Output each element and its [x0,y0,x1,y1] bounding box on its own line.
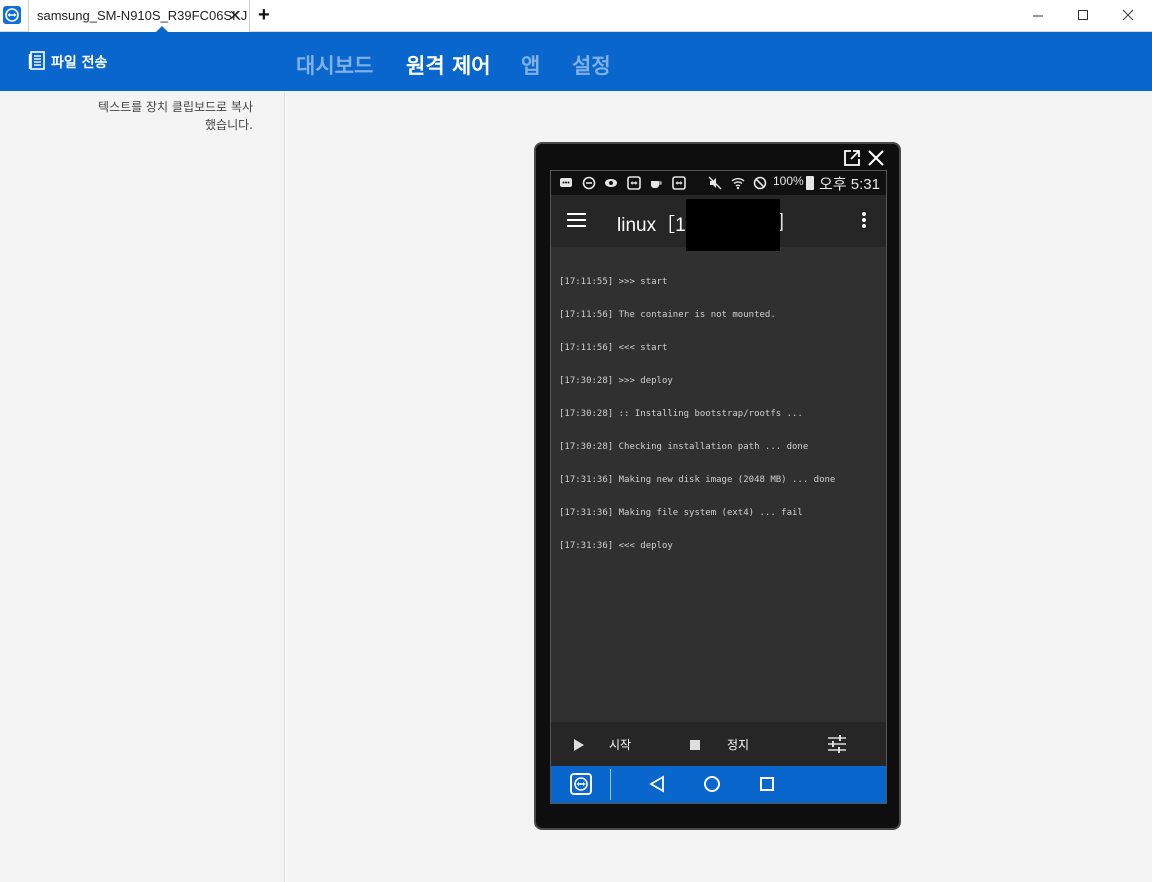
nav-remote-control[interactable]: 원격 제어 [406,50,491,80]
device-tab[interactable]: samsung_SM-N910S_R39FC06SKJ ✕ [28,0,250,32]
blocked-icon [753,176,767,190]
wifi-icon [731,178,745,190]
tune-settings-icon[interactable] [827,735,847,753]
file-transfer-icon[interactable] [28,51,46,75]
clipboard-notification-line2: 했습니다. [205,118,253,132]
close-icon [868,150,884,166]
redacted-area [686,199,780,251]
battery-percent: 100% [773,174,804,188]
close-icon [1122,9,1134,21]
app-toolbar: linux［1 ］ [551,195,886,251]
log-line: [17:31:36] Making new disk image (2048 M… [559,475,836,485]
message-icon [560,178,572,187]
teamviewer-icon [672,176,686,190]
file-transfer-button[interactable]: 파일 전송 [51,52,107,72]
maximize-icon [1078,10,1088,20]
log-line: [17:31:36] Making file system (ext4) ...… [559,508,803,518]
back-icon[interactable] [648,775,666,793]
close-session-button[interactable] [866,148,886,168]
status-time: 오후 5:31 [819,176,880,193]
minimize-button[interactable] [1028,6,1048,26]
clipboard-notification-line1: 텍스트를 장치 클립보드로 복사 [98,100,253,114]
home-icon[interactable] [704,776,720,792]
nav-apps[interactable]: 앱 [521,50,540,80]
teamviewer-logo-icon [3,6,21,24]
play-icon[interactable] [573,738,585,752]
clipboard-notification: 텍스트를 장치 클립보드로 복사 했습니다. [53,98,253,134]
new-tab-button[interactable]: + [258,4,270,27]
stop-button[interactable]: 정지 [727,736,749,753]
teamviewer-nav-icon[interactable] [570,773,592,795]
teamviewer-icon [627,176,641,190]
nav-settings[interactable]: 설정 [572,50,611,80]
log-line: [17:30:28] :: Installing bootstrap/rootf… [559,409,803,419]
log-line: [17:30:28] Checking installation path ..… [559,442,809,452]
log-line: [17:11:56] <<< start [559,343,668,353]
stop-icon[interactable] [690,740,700,750]
nav-divider [610,769,611,800]
close-tab-icon[interactable]: ✕ [229,7,241,24]
device-tab-label: samsung_SM-N910S_R39FC06SKJ [37,8,248,23]
start-button[interactable]: 시작 [609,736,631,753]
cup-icon [651,181,662,188]
device-screen[interactable]: 100% 오후 5:31 linux［1 ］ [17:11:55] >>> st… [550,170,887,804]
log-line: [17:31:36] <<< deploy [559,541,673,551]
hamburger-menu-icon[interactable] [567,212,587,228]
close-window-button[interactable] [1118,6,1138,26]
window-titlebar: samsung_SM-N910S_R39FC06SKJ ✕ + [0,0,1152,32]
battery-icon [806,176,814,190]
do-not-disturb-icon [582,176,596,190]
maximize-button[interactable] [1073,6,1093,26]
nav-dashboard[interactable]: 대시보드 [296,50,373,80]
more-vert-icon[interactable] [861,211,867,229]
control-bar: 시작 정지 [551,722,886,766]
left-sidebar: 텍스트를 장치 클립보드로 복사 했습니다. [0,91,285,882]
log-line: [17:30:28] >>> deploy [559,376,673,386]
popout-icon [844,150,860,166]
log-line: [17:11:56] The container is not mounted. [559,310,776,320]
device-frame: 100% 오후 5:31 linux［1 ］ [17:11:55] >>> st… [534,142,901,830]
android-status-bar: 100% 오후 5:31 [551,171,886,195]
recent-apps-icon[interactable] [760,777,774,791]
android-nav-bar [551,766,886,803]
eye-icon [605,179,617,187]
console-log: [17:11:55] >>> start [17:11:56] The cont… [559,255,879,574]
mute-icon [708,176,722,190]
popout-button[interactable] [842,148,862,168]
top-header: 파일 전송 대시보드 원격 제어 앱 설정 [0,32,1152,91]
minimize-icon [1033,15,1043,17]
app-title: linux［1 [617,215,686,236]
log-line: [17:11:55] >>> start [559,277,668,287]
